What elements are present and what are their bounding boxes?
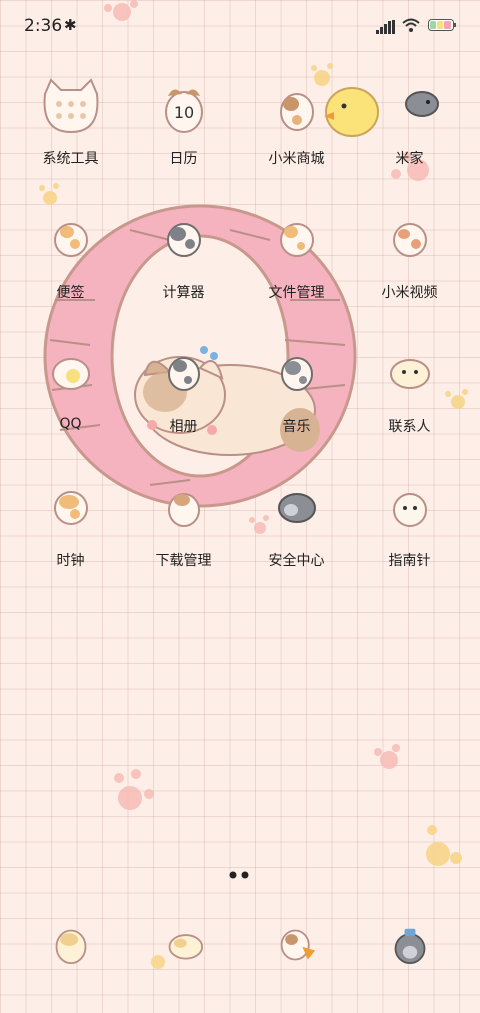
app-label: 联系人 — [388, 419, 431, 435]
dock — [14, 916, 466, 986]
app-file-manager[interactable]: 文件管理 — [240, 210, 353, 302]
app-label: QQ — [59, 416, 82, 432]
dock-app-messages[interactable] — [127, 916, 240, 974]
app-mi-store[interactable]: 小米商城 — [240, 76, 353, 168]
dock-app-browser[interactable] — [240, 916, 353, 974]
wifi-icon — [402, 18, 420, 32]
app-label: 相册 — [169, 419, 198, 435]
app-label: 音乐 — [282, 419, 311, 435]
app-label: 日历 — [169, 151, 198, 167]
app-compass[interactable]: 指南针 — [353, 478, 466, 570]
downloads-icon — [167, 493, 200, 527]
page-dot-1[interactable] — [229, 871, 237, 879]
mi-store-icon — [279, 93, 314, 131]
qq-icon — [51, 358, 90, 390]
folder-icon — [43, 78, 98, 134]
app-clock[interactable]: 时钟 — [14, 478, 127, 570]
dock-app-camera[interactable] — [353, 916, 466, 974]
clock-icon — [53, 491, 88, 525]
app-label: 小米商城 — [268, 151, 325, 167]
signal-icon — [376, 20, 395, 34]
bluetooth-icon: ✱ — [64, 16, 77, 34]
music-icon — [280, 357, 313, 391]
app-calendar[interactable]: 10 日历 — [127, 76, 240, 168]
page-dot-2[interactable] — [241, 871, 249, 879]
app-label: 时钟 — [56, 553, 85, 569]
camera-icon — [394, 928, 425, 965]
security-icon — [277, 493, 316, 523]
app-label: 下载管理 — [155, 553, 212, 569]
page-indicator[interactable] — [229, 871, 253, 879]
calendar-date: 10 — [173, 103, 193, 122]
app-music[interactable]: 音乐 — [240, 344, 353, 436]
notes-icon — [53, 223, 88, 257]
app-label: 便签 — [56, 285, 85, 301]
mi-home-icon — [404, 91, 439, 117]
battery-icon — [428, 19, 456, 31]
phone-icon — [55, 929, 86, 965]
status-bar: 2:36 ✱ — [0, 0, 480, 54]
contacts-icon — [389, 359, 430, 389]
app-notes[interactable]: 便签 — [14, 210, 127, 302]
gallery-icon — [167, 357, 200, 391]
calendar-icon: 10 — [164, 89, 203, 133]
app-downloads[interactable]: 下载管理 — [127, 478, 240, 570]
clock-time: 2:36 — [24, 16, 63, 36]
app-label: 系统工具 — [42, 151, 99, 167]
app-mi-home[interactable]: 米家 — [353, 76, 466, 168]
calculator-icon — [166, 223, 201, 257]
app-mi-video[interactable]: 小米视频 — [353, 210, 466, 302]
app-system-tools[interactable]: 系统工具 — [14, 76, 127, 168]
app-label: 文件管理 — [268, 285, 325, 301]
app-label: 米家 — [395, 151, 424, 167]
dock-app-phone[interactable] — [14, 916, 127, 974]
app-label: 安全中心 — [268, 553, 325, 569]
app-qq[interactable]: QQ — [14, 344, 127, 432]
app-contacts[interactable]: 联系人 — [353, 344, 466, 436]
app-security[interactable]: 安全中心 — [240, 478, 353, 570]
mi-video-icon — [392, 223, 427, 257]
browser-icon — [280, 929, 315, 961]
app-gallery[interactable]: 相册 — [127, 344, 240, 436]
app-label: 指南针 — [388, 553, 431, 569]
compass-icon — [392, 493, 427, 527]
file-manager-icon — [279, 223, 314, 257]
messages-icon — [168, 934, 203, 960]
app-label: 计算器 — [162, 285, 205, 301]
app-label: 小米视频 — [381, 285, 438, 301]
app-calculator[interactable]: 计算器 — [127, 210, 240, 302]
